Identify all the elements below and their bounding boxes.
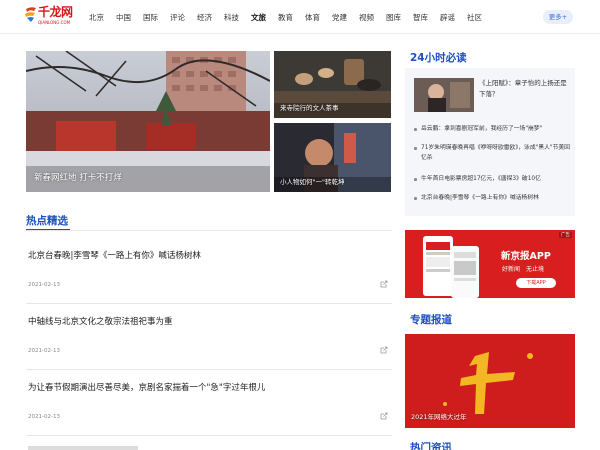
nav-item-6[interactable]: 文旅 [251,12,266,23]
news-date: 2021-02-13 [28,348,60,354]
share-icon[interactable] [380,412,388,420]
news-title[interactable]: 为让春节假期演出尽善尽美，京剧名家揣着一个"急"字过年根儿 [28,381,265,393]
must-read-box: 《上阳赋》：章子怡的上扬还是下落？ 岳云鹏：拿到喜剧冠军前，我经历了一场"崩梦"… [405,68,575,216]
news-item[interactable]: 北京台春晚|李雪琴《一路上有你》喊话杨树林 2021-02-13 [26,238,392,304]
special-report-caption: 2021年网络大过年 [411,413,467,421]
nav-item-7[interactable]: 教育 [278,12,293,23]
must-read-item[interactable]: 岳云鹏：拿到喜剧冠军前，我经历了一场"崩梦" [414,124,572,134]
nav-item-8[interactable]: 体育 [305,12,320,23]
news-title[interactable]: 中轴线与北京文化之敬宗法祖祀事为重 [28,315,173,327]
bullet-icon [414,147,417,150]
nav-item-14[interactable]: 社区 [467,12,482,23]
news-date: 2021-02-13 [28,414,60,420]
ad-badge: 广告 [559,232,572,238]
nav-item-5[interactable]: 科技 [224,12,239,23]
ad-banner[interactable]: 广告 新京报APP 好新闻 无止境 下载APP [405,230,575,298]
must-read-item-text: 牛年首日电影票房超17亿元，《唐探3》破10亿 [421,176,541,182]
share-icon[interactable] [380,346,388,354]
must-read-item[interactable]: 牛年首日电影票房超17亿元，《唐探3》破10亿 [414,174,572,184]
hero-main-caption: 新春网红地 打卡不打烊 [34,173,122,183]
site-logo[interactable]: 千龙网 QIANLONG.COM [24,5,74,29]
nav-item-1[interactable]: 中国 [116,12,131,23]
ad-slogan: 好新闻 无止境 [502,266,545,273]
special-report-title: 专题报道 [410,314,452,326]
hero-bottom-right-image[interactable]: 小人物如何"一"转乾坤 [274,123,391,192]
ad-title: 新京报APP [501,251,551,262]
logo-name: 千龙网 [38,5,73,19]
nav-item-12[interactable]: 智库 [413,12,428,23]
special-report-image[interactable]: 2021年网络大过年 [405,334,575,428]
top-navigation-bar: 千龙网 QIANLONG.COM 北京 中国 国际 评论 经济 科技 文旅 教育 体育 党建 视频 图… [0,0,600,34]
must-read-item[interactable]: 北京台春晚|李雪琴《一路上有你》喊话杨树林 [414,193,572,203]
news-item[interactable]: 中轴线与北京文化之敬宗法祖祀事为重 2021-02-13 [26,304,392,370]
more-channels-button[interactable]: 更多+ [543,10,573,24]
hot-news-title: 热门资讯 [410,442,452,450]
bullet-icon [414,128,417,131]
must-read-item-text: 岳云鹏：拿到喜剧冠军前，我经历了一场"崩梦" [421,126,543,132]
feature-thumbnail[interactable] [414,78,474,112]
nav-item-0[interactable]: 北京 [89,12,104,23]
must-read-item[interactable]: 71岁朱明瑛春晚再唱《咿呀呀欧雷欧》，泳成"黑人"节美回忆杀 [414,143,572,163]
must-read-item-text: 北京台春晚|李雪琴《一路上有你》喊话杨树林 [421,195,539,201]
news-date: 2021-02-13 [28,282,60,288]
hero-top-right-image[interactable]: 来寺院行的文人茶事 [274,51,391,118]
bullet-icon [414,197,417,200]
logo-mark-icon [25,7,36,22]
share-icon[interactable] [380,280,388,288]
hot-picks-divider [26,230,392,231]
news-item-partial [26,436,392,450]
nav-item-13[interactable]: 辟谣 [440,12,455,23]
nav-item-3[interactable]: 评论 [170,12,185,23]
hero-bottom-right-caption: 小人物如何"一"转乾坤 [280,178,345,186]
news-title[interactable]: 北京台春晚|李雪琴《一路上有你》喊话杨树林 [28,249,201,261]
channel-nav: 北京 中国 国际 评论 经济 科技 文旅 教育 体育 党建 视频 图库 智库 辟谣 社区 [89,0,494,34]
feature-title[interactable]: 《上阳赋》：章子怡的上扬还是下落？ [479,78,571,100]
must-read-title: 24小时必读 [410,52,467,64]
ad-download-button[interactable]: 下载APP [516,278,556,288]
nav-item-9[interactable]: 党建 [332,12,347,23]
hero-main-image[interactable]: 新春网红地 打卡不打烊 [26,51,270,192]
hot-picks-title: 热点精选 [26,215,68,227]
nav-item-2[interactable]: 国际 [143,12,158,23]
must-read-item-text: 71岁朱明瑛春晚再唱《咿呀呀欧雷欧》，泳成"黑人"节美回忆杀 [421,145,570,161]
news-item[interactable]: 为让春节假期演出尽善尽美，京剧名家揣着一个"急"字过年根儿 2021-02-13 [26,370,392,436]
bullet-icon [414,178,417,181]
logo-subtitle: QIANLONG.COM [38,20,71,25]
nav-item-10[interactable]: 视频 [359,12,374,23]
nav-item-11[interactable]: 图库 [386,12,401,23]
hero-top-right-caption: 来寺院行的文人茶事 [280,104,339,112]
nav-item-4[interactable]: 经济 [197,12,212,23]
